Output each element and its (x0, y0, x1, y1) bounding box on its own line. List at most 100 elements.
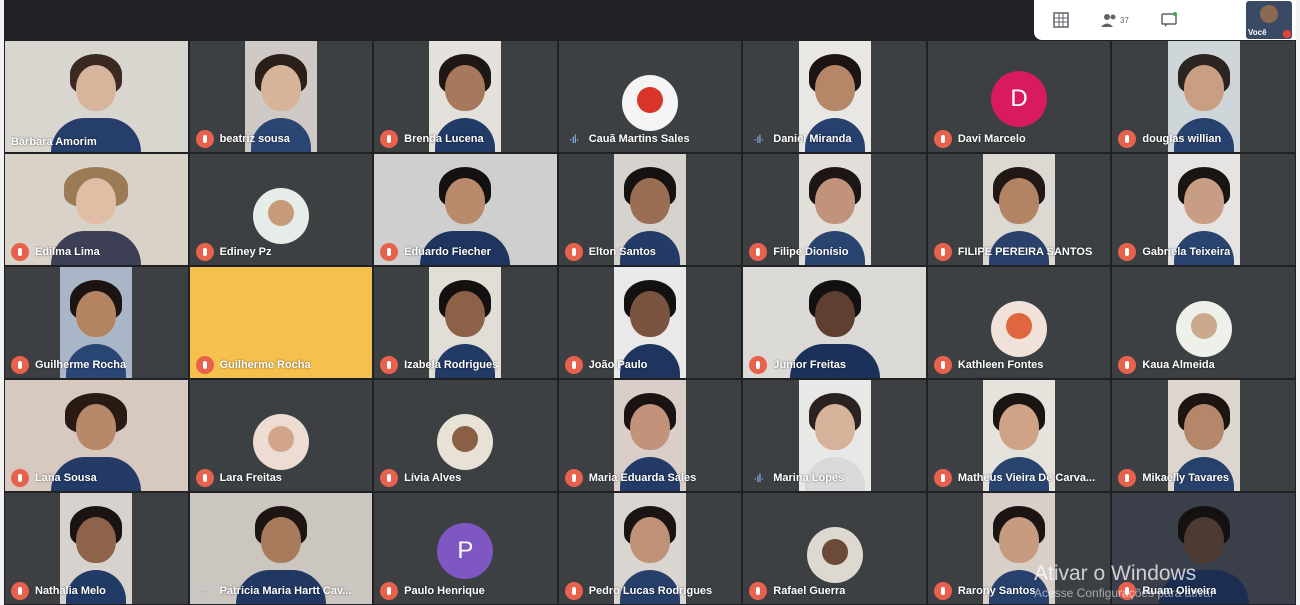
participant-name: Eduardo Fiecher (404, 246, 491, 258)
face (76, 517, 117, 564)
avatar-initial: P (437, 523, 494, 579)
chat-button[interactable] (1142, 0, 1196, 40)
participant-name: Ediney Pz (219, 246, 272, 258)
mic-off-icon (380, 582, 399, 600)
participant-tile[interactable]: Elton Santos (557, 153, 743, 266)
nameplate: Guilherme Rocha (11, 356, 184, 374)
avatar-image (1006, 313, 1033, 339)
participant-tile[interactable]: Kathleen Fontes (926, 266, 1112, 379)
mic-off-icon (1118, 130, 1137, 148)
self-view-tile[interactable]: Você (1246, 1, 1292, 39)
face (260, 65, 301, 112)
participant-tile[interactable]: Maria Eduarda Sales (557, 379, 743, 492)
participant-tile[interactable]: Guilherme Rocha (188, 266, 374, 379)
participant-tile[interactable]: ·ıl· Daniel Miranda (742, 40, 927, 153)
participant-tile[interactable]: Lívia Alves (373, 379, 558, 492)
participant-tile[interactable]: Izabela Rodrigues (373, 266, 558, 379)
participant-tile[interactable]: ··· Patricia Maria Hartt Cav... (188, 492, 374, 605)
participant-tile[interactable]: Rafael Guerra (742, 492, 927, 605)
self-label: Você (1248, 28, 1267, 37)
participant-tile[interactable]: Guilherme Rocha (4, 266, 189, 379)
face (76, 65, 117, 112)
nameplate: ·ıl· Cauã Martins Sales (565, 130, 738, 148)
participant-name: FILIPE PEREIRA SANTOS (957, 246, 1093, 258)
participant-tile[interactable]: Mikaelly Tavares (1111, 379, 1296, 492)
nameplate: Gabriela Teixeira (1118, 243, 1291, 261)
participant-tile[interactable]: douglas willian (1111, 40, 1296, 153)
participant-tile[interactable]: beatriz sousa (188, 40, 374, 153)
nameplate: Junior Freitas (749, 356, 922, 374)
face (445, 65, 486, 112)
participant-name: Lívia Alves (404, 472, 462, 484)
mic-off-icon (195, 356, 214, 374)
participant-tile[interactable]: FILIPE PEREIRA SANTOS (926, 153, 1112, 266)
mic-off-icon (749, 243, 768, 261)
nameplate: FILIPE PEREIRA SANTOS (933, 243, 1107, 261)
avatar-image (1190, 313, 1217, 339)
nameplate: Lana Sousa (11, 469, 184, 487)
speaking-indicator-icon: ··· (200, 584, 210, 598)
participant-name: Izabela Rodrigues (404, 359, 499, 371)
participant-tile[interactable]: Gabriela Teixeira (1111, 153, 1296, 266)
participant-tile[interactable]: Edilma Lima (4, 153, 189, 266)
mic-off-icon (933, 130, 952, 148)
profile-picture (1175, 301, 1232, 357)
participant-name: Cauã Martins Sales (588, 133, 690, 145)
chat-icon (1161, 12, 1177, 27)
mic-off-icon (11, 356, 29, 374)
layout-grid-button[interactable] (1034, 0, 1088, 40)
mic-off-icon (1118, 469, 1137, 487)
face (814, 178, 855, 225)
participant-name: Kathleen Fontes (957, 359, 1044, 371)
nameplate: Paulo Henrique (380, 582, 553, 600)
mic-off-icon (1283, 30, 1291, 38)
nameplate: João Paulo (564, 356, 738, 374)
participant-tile[interactable]: Lana Sousa (4, 379, 189, 492)
mic-off-icon (380, 356, 399, 374)
face (999, 517, 1040, 564)
nameplate: ·ıl· Marina Lopes (749, 469, 922, 487)
mic-off-icon (380, 469, 399, 487)
mic-off-icon (380, 243, 399, 261)
participant-tile[interactable]: Eduardo Fiecher (373, 153, 558, 266)
participant-tile[interactable]: Lara Freitas (188, 379, 374, 492)
participant-grid: Bárbara Amorim beatriz sousa Brenda Luce… (4, 40, 1296, 605)
participant-name: Bárbara Amorim (11, 136, 97, 148)
mic-off-icon (1118, 356, 1137, 374)
participant-name: Elton Santos (588, 246, 656, 258)
mic-off-icon (11, 582, 29, 600)
participant-name: Daniel Miranda (773, 133, 852, 145)
participant-tile[interactable]: João Paulo (557, 266, 743, 379)
mic-off-icon (380, 130, 399, 148)
participant-tile[interactable]: D Davi Marcelo (926, 40, 1112, 153)
participant-tile[interactable]: Brenda Lucena (373, 40, 558, 153)
mic-off-icon (1118, 243, 1137, 261)
participant-tile[interactable]: Matheus Vieira De Carva... (926, 379, 1112, 492)
participant-tile[interactable]: ·ıl· Cauã Martins Sales (557, 40, 743, 153)
mic-off-icon (564, 582, 583, 600)
participant-name: douglas willian (1142, 133, 1222, 145)
mic-off-icon (11, 243, 29, 261)
participant-tile[interactable]: Junior Freitas (742, 266, 927, 379)
participant-tile[interactable]: Bárbara Amorim (4, 40, 189, 153)
participant-tile[interactable]: Nathalia Melo (4, 492, 189, 605)
participant-tile[interactable]: Filipe Dionísio (742, 153, 927, 266)
participant-name: Lana Sousa (35, 472, 97, 484)
face (1183, 65, 1224, 112)
participant-tile[interactable]: Pedro Lucas Rodrigues (557, 492, 743, 605)
watermark-subtitle: Acesse Configurações para ativar (1034, 586, 1215, 600)
participant-name: Guilherme Rocha (219, 359, 311, 371)
participant-name: Edilma Lima (35, 246, 100, 258)
nameplate: Davi Marcelo (933, 130, 1107, 148)
participants-button[interactable]: 37 (1088, 0, 1142, 40)
participant-tile[interactable]: Kaua Almeida (1111, 266, 1296, 379)
nameplate: douglas willian (1118, 130, 1291, 148)
avatar-image (636, 87, 663, 113)
participant-tile[interactable]: P Paulo Henrique (373, 492, 558, 605)
avatar-initial: D (991, 71, 1048, 127)
face (76, 178, 117, 225)
face (76, 291, 117, 338)
participant-tile[interactable]: Ediney Pz (188, 153, 374, 266)
participant-tile[interactable]: ·ıl· Marina Lopes (742, 379, 927, 492)
nameplate: beatriz sousa (195, 130, 369, 148)
